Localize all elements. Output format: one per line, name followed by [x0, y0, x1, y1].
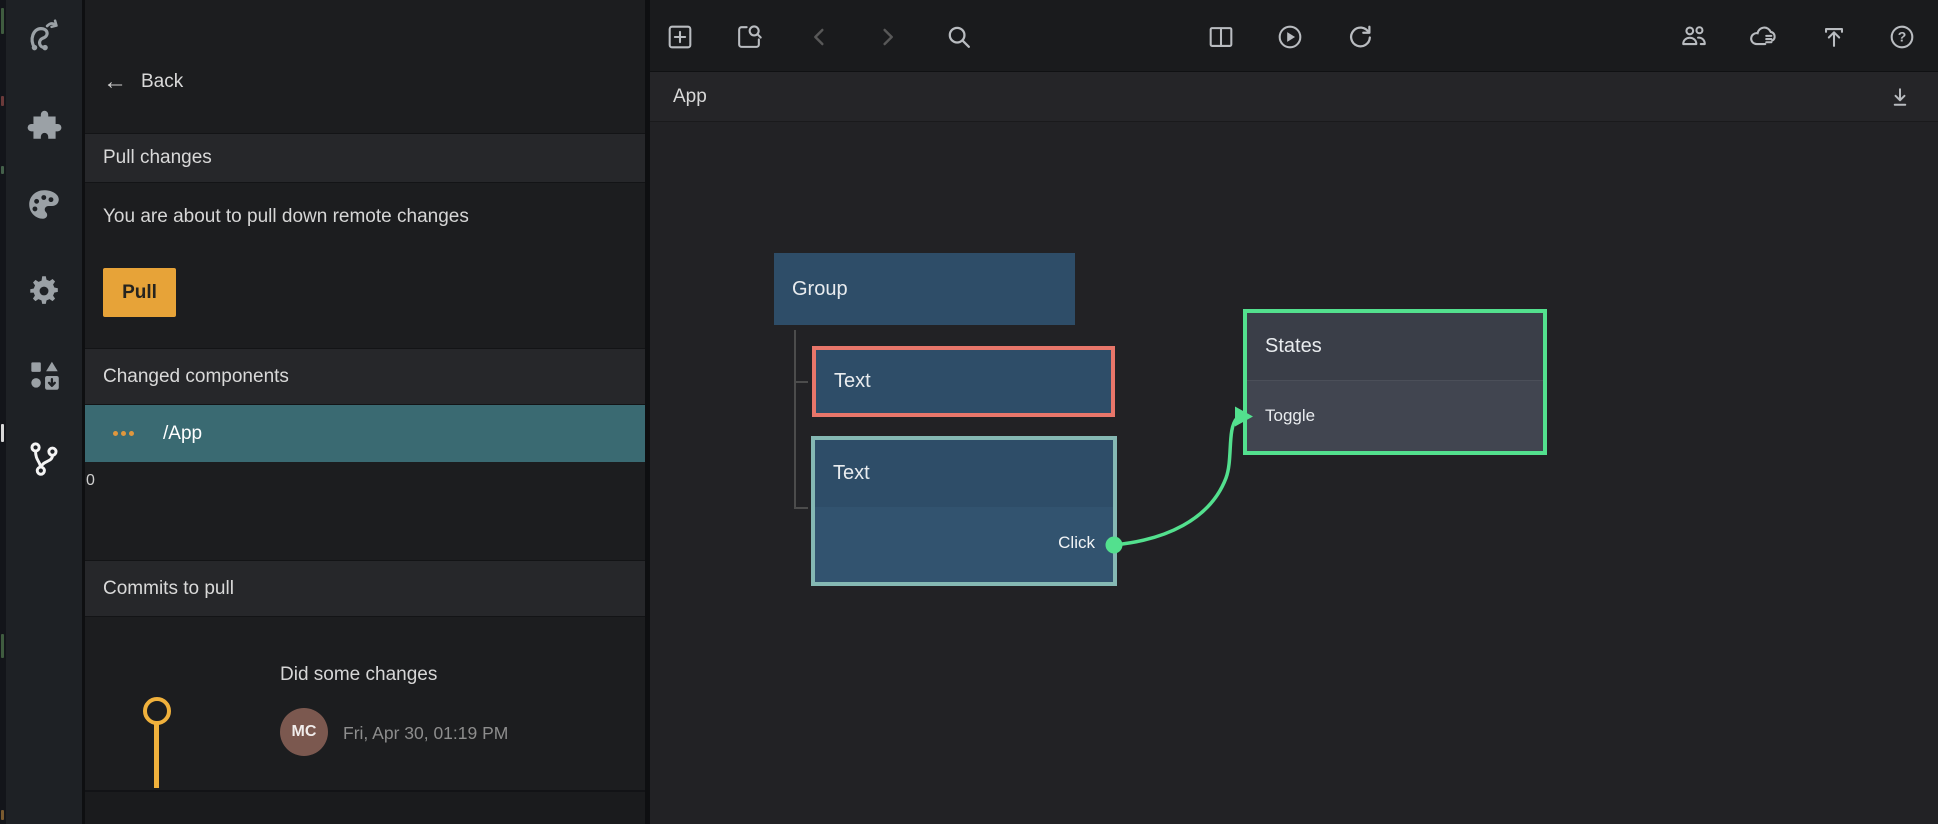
tree-connector-line: [794, 330, 796, 508]
changed-components-title: Changed components: [103, 366, 289, 388]
changed-component-label: /App: [163, 423, 202, 445]
node-group[interactable]: Group: [774, 253, 1075, 325]
pull-description: You are about to pull down remote change…: [103, 206, 469, 228]
back-arrow-icon: ←: [103, 70, 127, 94]
back-button[interactable]: ← Back: [103, 70, 183, 94]
panel-bottom-strip: [85, 790, 645, 824]
pull-changes-title: Pull changes: [103, 147, 212, 169]
activity-bar: [6, 0, 82, 824]
commits-to-pull-header: Commits to pull: [85, 560, 645, 617]
avatar: MC: [280, 708, 328, 756]
output-port-label: Click: [1058, 533, 1095, 553]
commit-graph-node-icon: [143, 697, 171, 725]
collaborators-icon[interactable]: [1679, 22, 1709, 52]
component-search-icon[interactable]: [734, 22, 764, 52]
commit-timestamp: Fri, Apr 30, 01:19 PM: [343, 723, 508, 744]
tree-connector-tick: [794, 507, 808, 509]
nav-back-icon[interactable]: [805, 22, 835, 52]
canvas-header: App: [650, 72, 1938, 122]
modified-dots-icon: [113, 431, 134, 436]
nav-forward-icon[interactable]: [872, 22, 902, 52]
settings-gear-icon[interactable]: [25, 272, 63, 310]
pull-button-label: Pull: [122, 282, 157, 304]
help-icon[interactable]: ?: [1887, 22, 1917, 52]
add-node-icon[interactable]: [665, 22, 695, 52]
refresh-icon[interactable]: [1345, 22, 1375, 52]
edge-mark: [1, 634, 4, 658]
run-preview-icon[interactable]: [1275, 22, 1305, 52]
download-icon[interactable]: [1887, 84, 1913, 110]
commits-to-pull-title: Commits to pull: [103, 578, 234, 600]
nodes-icon[interactable]: [25, 17, 63, 55]
edge-mark: [1, 8, 4, 34]
pull-button[interactable]: Pull: [103, 268, 176, 317]
styles-palette-icon[interactable]: [25, 186, 63, 224]
components-icon[interactable]: [25, 356, 63, 394]
edge-mark: [1, 810, 4, 820]
node-text-selected[interactable]: Text Click: [811, 436, 1117, 586]
input-port-label: Toggle: [1265, 406, 1315, 426]
commit-message: Did some changes: [280, 664, 437, 686]
node-states[interactable]: States Toggle: [1243, 309, 1547, 455]
changed-components-header: Changed components: [85, 348, 645, 405]
node-title: Group: [774, 253, 1075, 325]
node-title: Text: [816, 350, 1111, 413]
back-label: Back: [141, 71, 183, 93]
node-title: Text: [815, 440, 1113, 507]
svg-text:?: ?: [1898, 29, 1907, 45]
toolbar: ?: [650, 0, 1938, 72]
commit-graph-line: [154, 724, 159, 788]
tree-connector-tick: [794, 381, 808, 383]
publish-upload-icon[interactable]: [1819, 22, 1849, 52]
app-window: ← Back Pull changes You are about to pul…: [0, 0, 1938, 824]
plugins-icon[interactable]: [25, 106, 63, 144]
edge-mark: [1, 166, 4, 174]
node-title: States: [1247, 313, 1543, 380]
pull-changes-header: Pull changes: [85, 133, 645, 183]
version-control-branch-icon[interactable]: [25, 439, 63, 477]
node-port-section: Click: [815, 507, 1113, 582]
edge-mark: [1, 424, 4, 442]
changed-component-item[interactable]: /App: [85, 405, 645, 462]
version-control-panel: ← Back Pull changes You are about to pul…: [85, 0, 645, 824]
search-icon[interactable]: [944, 22, 974, 52]
node-text-changed[interactable]: Text: [812, 346, 1115, 417]
edge-mark: [1, 96, 4, 106]
breadcrumb[interactable]: App: [673, 72, 707, 122]
main-area: Group Text Text Click States Toggle: [650, 0, 1938, 824]
cloud-sync-icon[interactable]: [1747, 22, 1777, 52]
count-badge: 0: [86, 472, 95, 490]
node-input-row[interactable]: Toggle: [1247, 380, 1543, 451]
split-view-icon[interactable]: [1206, 22, 1236, 52]
